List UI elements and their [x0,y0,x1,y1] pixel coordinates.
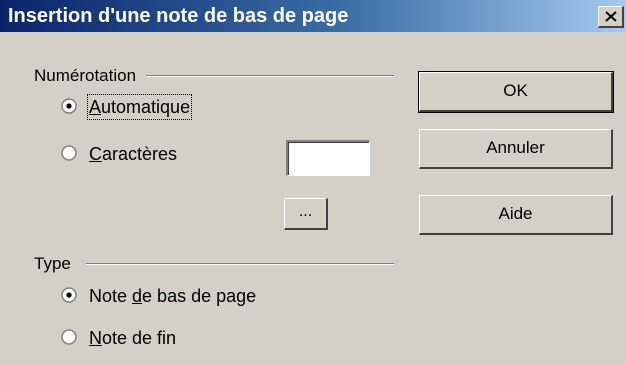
footnote-label-part2: e bas de page [142,286,257,306]
footnote-label-accesskey: d [132,286,143,306]
radio-checked-icon [61,98,77,114]
radio-unchecked-icon [61,145,77,161]
ok-button[interactable]: OK [418,71,614,113]
close-icon [605,11,617,22]
characters-radio-label-rest: aractères [102,144,178,164]
characters-radio-label-accesskey: C [89,144,102,164]
footnote-label-part1: Note [89,286,133,306]
footnote-dialog: Insertion d'une note de bas de page Numé… [0,0,626,365]
automatic-radio-label: Automatique [86,94,193,120]
type-group-label: Type [34,254,71,273]
radio-unchecked-icon [61,329,77,345]
special-characters-button[interactable]: ... [284,198,328,230]
characters-input[interactable] [286,140,370,176]
type-group-divider [86,263,394,265]
cancel-button[interactable]: Annuler [419,129,613,169]
radio-checked-icon [61,287,77,303]
characters-radio[interactable]: Caractères [61,143,241,169]
numbering-group-divider [146,75,394,77]
title-bar[interactable]: Insertion d'une note de bas de page [0,0,626,32]
window-title: Insertion d'une note de bas de page [8,5,349,27]
numbering-group-label: Numérotation [34,66,137,85]
close-button[interactable] [598,6,624,28]
help-button[interactable]: Aide [419,195,613,235]
characters-radio-label: Caractères [89,143,177,165]
endnote-label-rest: ote de fin [102,328,177,348]
endnote-radio-label: Note de fin [89,327,176,349]
automatic-radio-label-rest: utomatique [101,97,191,117]
footnote-radio[interactable]: Note de bas de page [61,285,321,311]
endnote-label-accesskey: N [89,328,102,348]
endnote-radio[interactable]: Note de fin [61,327,261,353]
automatic-radio[interactable]: Automatique [61,94,241,122]
automatic-radio-label-accesskey: A [89,97,102,117]
footnote-radio-label: Note de bas de page [89,285,256,307]
